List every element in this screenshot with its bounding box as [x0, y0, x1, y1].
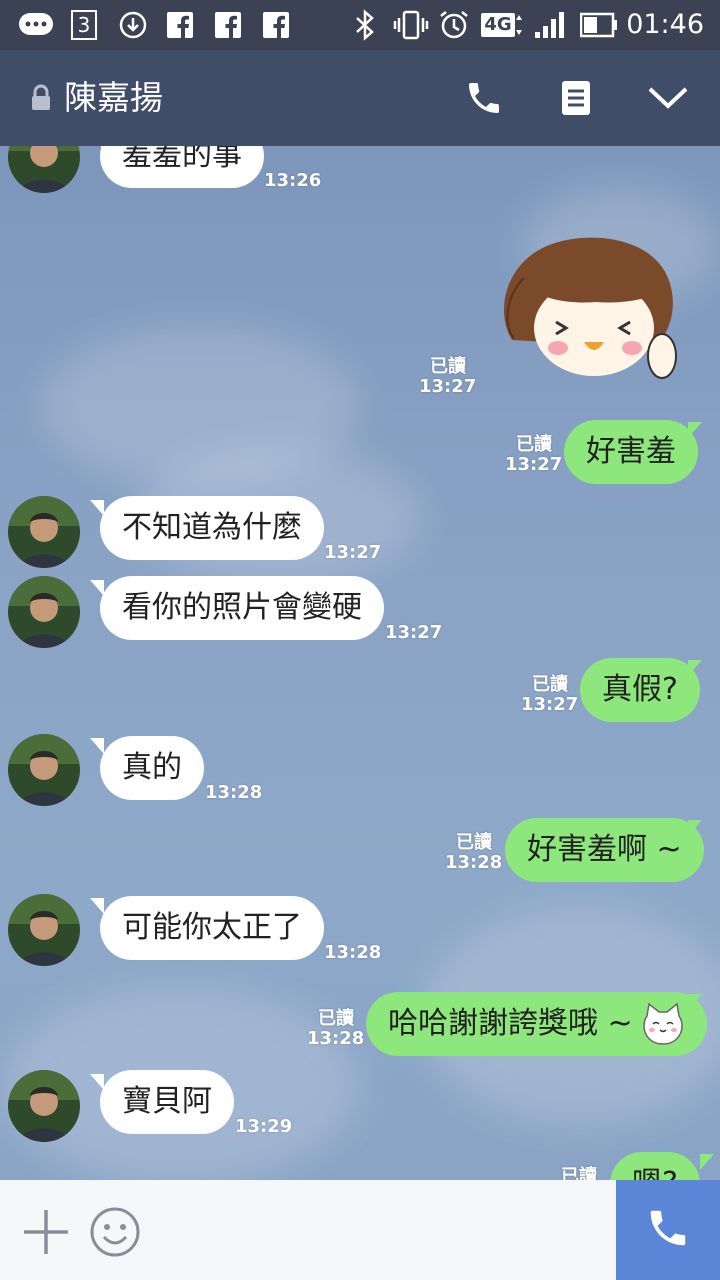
contact-avatar[interactable] — [8, 734, 80, 806]
bubble-tail — [90, 500, 104, 516]
message-bubble[interactable]: 羞羞的事 — [100, 146, 264, 188]
plus-icon[interactable] — [20, 1206, 72, 1258]
contact-name[interactable]: 陳嘉揚 — [64, 50, 163, 146]
chat-area[interactable]: 羞羞的事 13:26 已讀 13:27 已讀 13:27 好害羞 不知道為什麼 … — [0, 146, 720, 1180]
message-time: 13:28 — [324, 942, 382, 963]
message-time: 13:27 — [419, 376, 477, 397]
chat-icon — [16, 0, 56, 50]
note-icon[interactable] — [548, 70, 604, 126]
network-type: 4G — [481, 13, 515, 37]
read-receipt: 已讀 — [456, 832, 492, 853]
facebook-icon — [164, 0, 196, 50]
message-bubble[interactable]: 看你的照片會變硬 — [100, 576, 384, 640]
alarm-icon — [436, 0, 472, 50]
input-bar — [0, 1180, 720, 1280]
message-bubble[interactable]: 真假? — [580, 658, 700, 722]
status-bar: 3 4G 01:46 — [0, 0, 720, 50]
read-receipt: 已讀 — [516, 434, 552, 455]
bubble-tail — [90, 580, 104, 596]
emoji-icon[interactable] — [88, 1205, 142, 1259]
vibrate-icon — [392, 0, 430, 50]
read-receipt: 已讀 — [561, 1166, 597, 1180]
cat-emoji — [641, 1002, 685, 1046]
message-bubble[interactable]: 真的 — [100, 736, 204, 800]
signal-icon — [530, 0, 570, 50]
contact-avatar[interactable] — [8, 894, 80, 966]
message-text: 哈哈謝謝誇獎哦 ~ — [388, 1006, 633, 1041]
phone-icon[interactable] — [456, 70, 512, 126]
message-bubble[interactable]: 好害羞 — [564, 420, 698, 484]
read-receipt: 已讀 — [430, 356, 466, 377]
contact-avatar[interactable] — [8, 1070, 80, 1142]
message-time: 13:27 — [505, 454, 563, 475]
chevron-down-icon[interactable] — [640, 70, 696, 126]
message-bubble[interactable]: 哈哈謝謝誇獎哦 ~ — [366, 992, 707, 1056]
bubble-tail — [688, 820, 702, 836]
message-bubble[interactable]: 不知道為什麼 — [100, 496, 324, 560]
call-button[interactable] — [616, 1180, 720, 1280]
shy-girl-sticker[interactable] — [484, 230, 704, 390]
contact-avatar[interactable] — [8, 146, 80, 193]
battery-icon — [578, 0, 620, 50]
lock-icon — [30, 84, 52, 116]
message-bubble[interactable]: 好害羞啊 ~ — [505, 818, 704, 882]
message-time: 13:27 — [521, 694, 579, 715]
message-time: 13:27 — [324, 542, 382, 563]
bubble-tail — [688, 994, 702, 1010]
bubble-tail — [90, 1074, 104, 1090]
message-bubble[interactable]: 嗯? — [610, 1152, 700, 1180]
chat-header: 陳嘉揚 — [0, 50, 720, 146]
bubble-tail — [90, 898, 104, 914]
bluetooth-icon — [350, 0, 380, 50]
sim-3-icon: 3 — [68, 0, 100, 50]
bubble-tail — [700, 1154, 714, 1170]
read-receipt: 已讀 — [318, 1008, 354, 1029]
contact-avatar[interactable] — [8, 496, 80, 568]
message-time: 13:28 — [445, 852, 503, 873]
message-time: 13:28 — [205, 782, 263, 803]
bubble-tail — [688, 660, 702, 676]
message-time: 13:27 — [385, 622, 443, 643]
download-icon — [116, 0, 150, 50]
phone-icon — [645, 1205, 691, 1255]
message-bubble[interactable]: 可能你太正了 — [100, 896, 324, 960]
message-time: 13:28 — [307, 1028, 365, 1049]
message-time: 13:29 — [235, 1116, 293, 1137]
facebook-icon — [260, 0, 292, 50]
contact-avatar[interactable] — [8, 576, 80, 648]
read-receipt: 已讀 — [532, 674, 568, 695]
bubble-tail — [90, 738, 104, 754]
facebook-icon — [212, 0, 244, 50]
notification-count: 3 — [71, 10, 97, 40]
network-4g-icon: 4G — [480, 0, 524, 50]
message-bubble[interactable]: 寶貝阿 — [100, 1070, 234, 1134]
bubble-tail — [688, 422, 702, 438]
message-time: 13:26 — [264, 170, 322, 191]
clock: 01:46 — [626, 9, 704, 40]
